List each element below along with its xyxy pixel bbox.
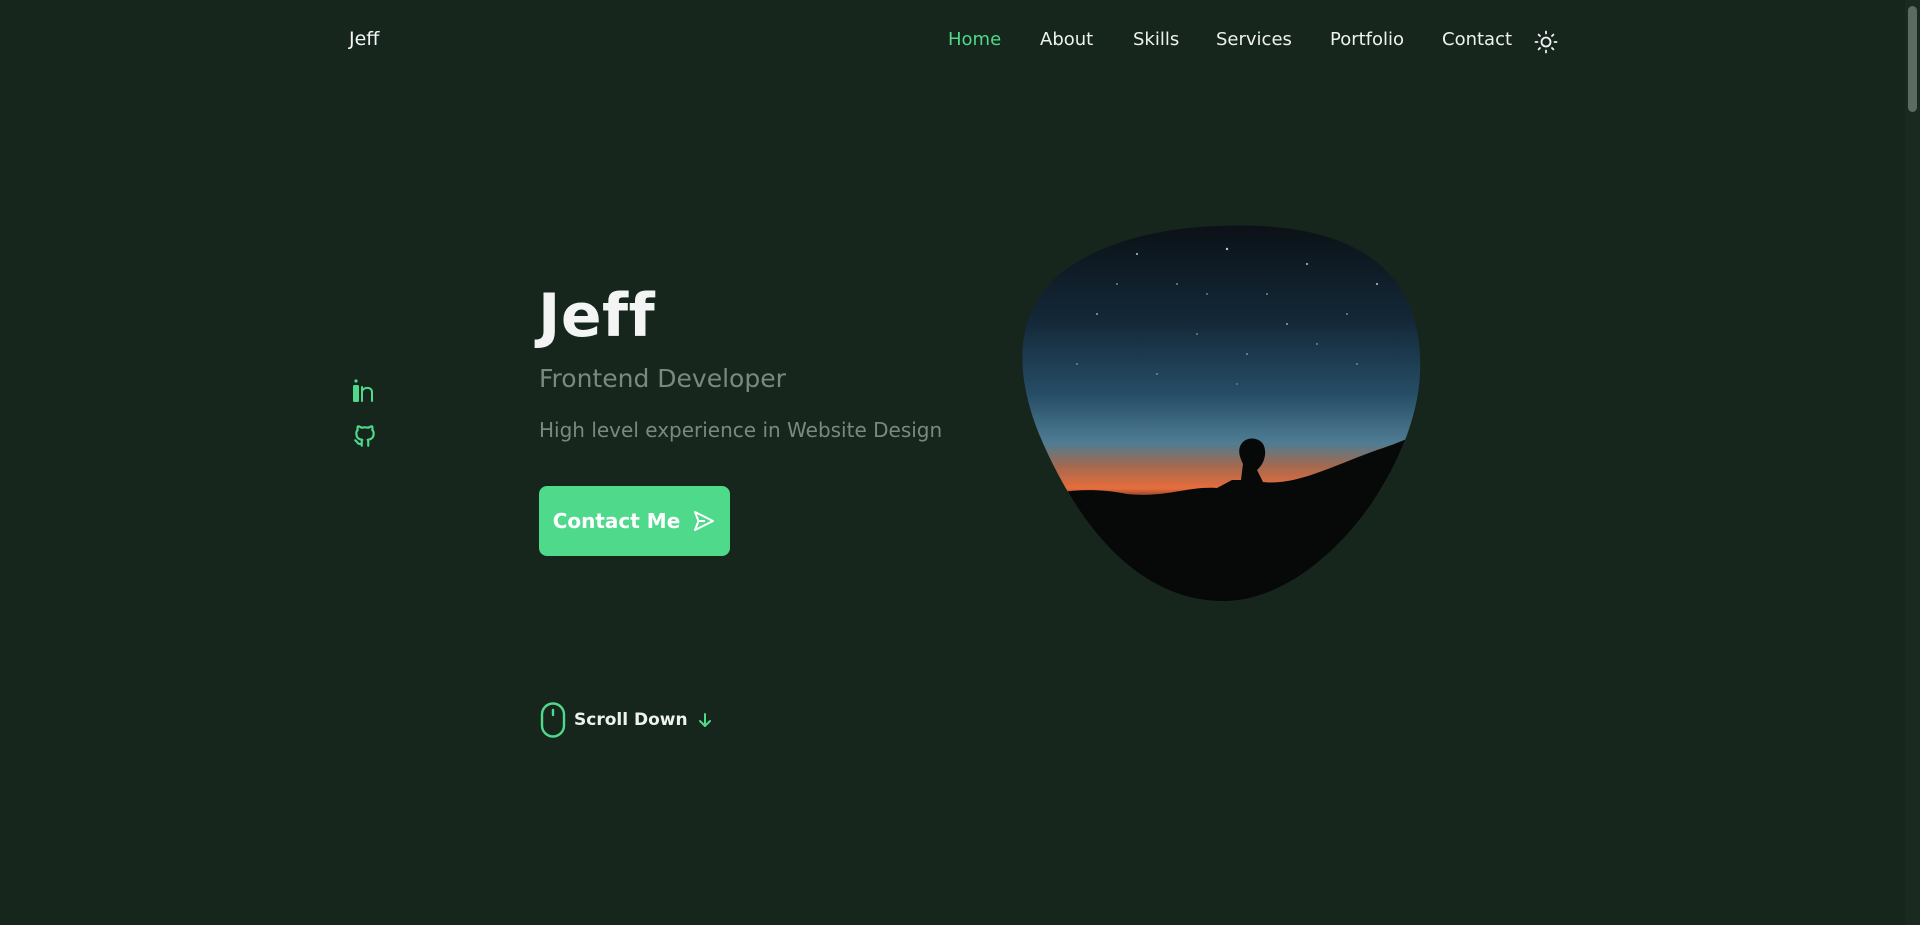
scrollbar-thumb[interactable] [1908,6,1917,112]
linkedin-link[interactable] [352,378,378,404]
hero-image [1022,225,1421,602]
theme-toggle-button[interactable] [1534,30,1558,54]
send-icon [694,511,715,531]
github-link[interactable] [352,423,378,449]
linkedin-icon [353,379,373,402]
nav-skills[interactable]: Skills [1133,29,1179,50]
scroll-down-button[interactable]: Scroll Down [540,702,714,738]
main-nav: Home About Skills Services Portfolio Con… [0,29,1920,59]
page: Jeff Home About Skills Services Portfoli… [0,0,1920,925]
github-icon [354,425,375,447]
scrollbar[interactable] [1905,0,1920,925]
mouse-icon [540,702,566,738]
hero-description: High level experience in Website Design [539,418,943,442]
nav-portfolio[interactable]: Portfolio [1330,29,1404,50]
hero-role: Frontend Developer [539,364,786,393]
scroll-down-label: Scroll Down [574,710,688,730]
nav-about[interactable]: About [1040,29,1093,50]
nav-services[interactable]: Services [1216,29,1292,50]
hero-name: Jeff [538,281,656,351]
arrow-down-icon [698,713,711,727]
nav-home[interactable]: Home [948,29,1001,50]
nav-contact[interactable]: Contact [1442,29,1512,50]
contact-me-button[interactable]: Contact Me [539,486,730,556]
contact-me-label: Contact Me [552,509,681,533]
sun-icon [1534,30,1558,54]
